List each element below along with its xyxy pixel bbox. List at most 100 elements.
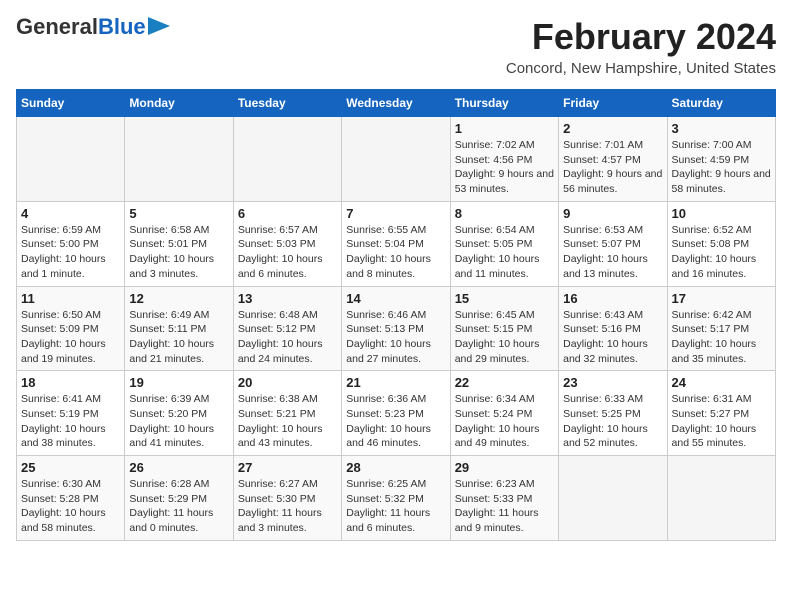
day-of-week-header: Friday: [559, 90, 667, 117]
day-number: 1: [455, 121, 554, 136]
day-number: 26: [129, 460, 228, 475]
calendar-cell: 17 Sunrise: 6:42 AMSunset: 5:17 PMDayligh…: [667, 286, 775, 371]
day-info: Sunrise: 6:42 AMSunset: 5:17 PMDaylight:…: [672, 308, 771, 367]
calendar-cell: 16 Sunrise: 6:43 AMSunset: 5:16 PMDayligh…: [559, 286, 667, 371]
title-area: February 2024 Concord, New Hampshire, Un…: [506, 16, 776, 77]
logo: GeneralBlue: [16, 16, 170, 38]
calendar-cell: [17, 117, 125, 202]
day-number: 10: [672, 206, 771, 221]
calendar-cell: 18Sunrise: 6:41 AMSunset: 5:19 PMDayligh…: [17, 371, 125, 456]
day-number: 23: [563, 375, 662, 390]
day-info: Sunrise: 6:50 AMSunset: 5:09 PMDaylight:…: [21, 308, 120, 367]
day-number: 22: [455, 375, 554, 390]
day-number: 14: [346, 291, 445, 306]
calendar-cell: 14 Sunrise: 6:46 AMSunset: 5:13 PMDayligh…: [342, 286, 450, 371]
day-info: Sunrise: 6:28 AMSunset: 5:29 PMDaylight:…: [129, 477, 228, 536]
calendar-cell: [125, 117, 233, 202]
calendar-cell: [233, 117, 341, 202]
calendar-table: SundayMondayTuesdayWednesdayThursdayFrid…: [16, 89, 776, 541]
day-number: 8: [455, 206, 554, 221]
day-number: 28: [346, 460, 445, 475]
day-number: 5: [129, 206, 228, 221]
day-number: 16: [563, 291, 662, 306]
calendar-week-row: 18Sunrise: 6:41 AMSunset: 5:19 PMDayligh…: [17, 371, 776, 456]
day-of-week-header: Thursday: [450, 90, 558, 117]
day-info: Sunrise: 6:34 AMSunset: 5:24 PMDaylight:…: [455, 392, 554, 451]
calendar-cell: 20 Sunrise: 6:38 AMSunset: 5:21 PMDayligh…: [233, 371, 341, 456]
day-of-week-header: Sunday: [17, 90, 125, 117]
calendar-cell: 22 Sunrise: 6:34 AMSunset: 5:24 PMDayligh…: [450, 371, 558, 456]
calendar-cell: 23 Sunrise: 6:33 AMSunset: 5:25 PMDayligh…: [559, 371, 667, 456]
calendar-cell: 15Sunrise: 6:45 AMSunset: 5:15 PMDayligh…: [450, 286, 558, 371]
day-number: 24: [672, 375, 771, 390]
calendar-cell: 29 Sunrise: 6:23 AMSunset: 5:33 PMDayligh…: [450, 456, 558, 541]
calendar-cell: 3Sunrise: 7:00 AMSunset: 4:59 PMDaylight…: [667, 117, 775, 202]
day-info: Sunrise: 6:23 AMSunset: 5:33 PMDaylight:…: [455, 477, 554, 536]
day-info: Sunrise: 6:30 AMSunset: 5:28 PMDaylight:…: [21, 477, 120, 536]
day-info: Sunrise: 7:02 AMSunset: 4:56 PMDaylight:…: [455, 138, 554, 197]
calendar-cell: [667, 456, 775, 541]
calendar-cell: 28 Sunrise: 6:25 AMSunset: 5:32 PMDayligh…: [342, 456, 450, 541]
day-of-week-header: Monday: [125, 90, 233, 117]
day-number: 17: [672, 291, 771, 306]
calendar-week-row: 1 Sunrise: 7:02 AMSunset: 4:56 PMDaylight…: [17, 117, 776, 202]
day-info: Sunrise: 6:49 AMSunset: 5:11 PMDaylight:…: [129, 308, 228, 367]
day-number: 19: [129, 375, 228, 390]
calendar-cell: 1 Sunrise: 7:02 AMSunset: 4:56 PMDaylight…: [450, 117, 558, 202]
day-info: Sunrise: 6:41 AMSunset: 5:19 PMDaylight:…: [21, 392, 120, 451]
calendar-cell: [559, 456, 667, 541]
calendar-cell: 9Sunrise: 6:53 AMSunset: 5:07 PMDaylight…: [559, 201, 667, 286]
logo-arrow-icon: [148, 17, 170, 35]
day-info: Sunrise: 6:36 AMSunset: 5:23 PMDaylight:…: [346, 392, 445, 451]
day-info: Sunrise: 6:52 AMSunset: 5:08 PMDaylight:…: [672, 223, 771, 282]
day-number: 21: [346, 375, 445, 390]
logo-text: GeneralBlue: [16, 16, 146, 38]
day-info: Sunrise: 6:55 AMSunset: 5:04 PMDaylight:…: [346, 223, 445, 282]
calendar-cell: 24 Sunrise: 6:31 AMSunset: 5:27 PMDayligh…: [667, 371, 775, 456]
calendar-cell: 6 Sunrise: 6:57 AMSunset: 5:03 PMDaylight…: [233, 201, 341, 286]
calendar-week-row: 25Sunrise: 6:30 AMSunset: 5:28 PMDayligh…: [17, 456, 776, 541]
main-title: February 2024: [506, 16, 776, 58]
day-info: Sunrise: 6:31 AMSunset: 5:27 PMDaylight:…: [672, 392, 771, 451]
day-info: Sunrise: 6:33 AMSunset: 5:25 PMDaylight:…: [563, 392, 662, 451]
day-info: Sunrise: 6:46 AMSunset: 5:13 PMDaylight:…: [346, 308, 445, 367]
calendar-cell: 25Sunrise: 6:30 AMSunset: 5:28 PMDayligh…: [17, 456, 125, 541]
day-of-week-header: Wednesday: [342, 90, 450, 117]
day-number: 4: [21, 206, 120, 221]
calendar-cell: 19 Sunrise: 6:39 AMSunset: 5:20 PMDayligh…: [125, 371, 233, 456]
header: GeneralBlue February 2024 Concord, New H…: [16, 16, 776, 77]
day-number: 13: [238, 291, 337, 306]
day-number: 29: [455, 460, 554, 475]
calendar-week-row: 4 Sunrise: 6:59 AMSunset: 5:00 PMDaylight…: [17, 201, 776, 286]
day-number: 20: [238, 375, 337, 390]
day-info: Sunrise: 6:25 AMSunset: 5:32 PMDaylight:…: [346, 477, 445, 536]
calendar-cell: 8 Sunrise: 6:54 AMSunset: 5:05 PMDaylight…: [450, 201, 558, 286]
day-info: Sunrise: 7:00 AMSunset: 4:59 PMDaylight:…: [672, 138, 771, 197]
day-number: 6: [238, 206, 337, 221]
day-number: 12: [129, 291, 228, 306]
calendar-cell: 12 Sunrise: 6:49 AMSunset: 5:11 PMDayligh…: [125, 286, 233, 371]
calendar-cell: 2 Sunrise: 7:01 AMSunset: 4:57 PMDaylight…: [559, 117, 667, 202]
day-of-week-header: Saturday: [667, 90, 775, 117]
calendar-cell: 5Sunrise: 6:58 AMSunset: 5:01 PMDaylight…: [125, 201, 233, 286]
calendar-week-row: 11Sunrise: 6:50 AMSunset: 5:09 PMDayligh…: [17, 286, 776, 371]
calendar-cell: 10 Sunrise: 6:52 AMSunset: 5:08 PMDayligh…: [667, 201, 775, 286]
day-number: 7: [346, 206, 445, 221]
day-number: 9: [563, 206, 662, 221]
calendar-cell: 21 Sunrise: 6:36 AMSunset: 5:23 PMDayligh…: [342, 371, 450, 456]
day-info: Sunrise: 6:57 AMSunset: 5:03 PMDaylight:…: [238, 223, 337, 282]
day-info: Sunrise: 6:48 AMSunset: 5:12 PMDaylight:…: [238, 308, 337, 367]
calendar-cell: 13 Sunrise: 6:48 AMSunset: 5:12 PMDayligh…: [233, 286, 341, 371]
day-info: Sunrise: 6:39 AMSunset: 5:20 PMDaylight:…: [129, 392, 228, 451]
day-info: Sunrise: 7:01 AMSunset: 4:57 PMDaylight:…: [563, 138, 662, 197]
day-info: Sunrise: 6:43 AMSunset: 5:16 PMDaylight:…: [563, 308, 662, 367]
day-info: Sunrise: 6:54 AMSunset: 5:05 PMDaylight:…: [455, 223, 554, 282]
calendar-cell: 7 Sunrise: 6:55 AMSunset: 5:04 PMDaylight…: [342, 201, 450, 286]
day-info: Sunrise: 6:38 AMSunset: 5:21 PMDaylight:…: [238, 392, 337, 451]
calendar-header: SundayMondayTuesdayWednesdayThursdayFrid…: [17, 90, 776, 117]
day-info: Sunrise: 6:45 AMSunset: 5:15 PMDaylight:…: [455, 308, 554, 367]
day-number: 2: [563, 121, 662, 136]
day-number: 27: [238, 460, 337, 475]
day-info: Sunrise: 6:59 AMSunset: 5:00 PMDaylight:…: [21, 223, 120, 282]
day-info: Sunrise: 6:27 AMSunset: 5:30 PMDaylight:…: [238, 477, 337, 536]
